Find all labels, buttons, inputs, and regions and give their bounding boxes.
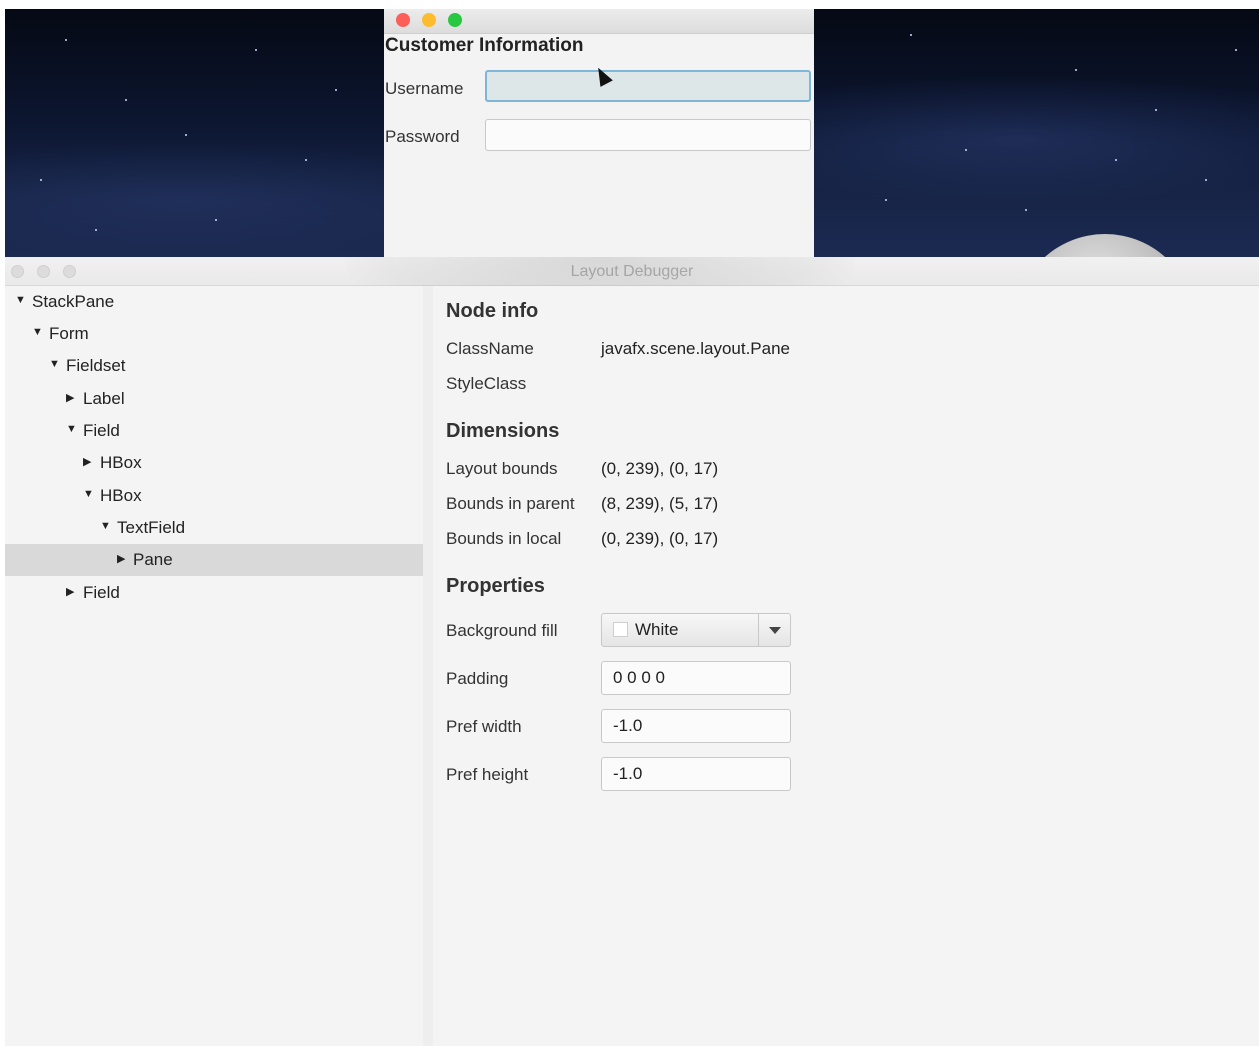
bounds-in-local-label: Bounds in local: [446, 529, 562, 548]
tree-item-label: HBox: [100, 486, 142, 505]
password-input[interactable]: [485, 119, 811, 151]
classname-label: ClassName: [446, 339, 534, 358]
expand-arrow-icon[interactable]: ▼: [32, 326, 43, 338]
layout-bounds-label: Layout bounds: [446, 459, 558, 478]
customer-info-window: Customer Information Username Password: [384, 9, 814, 257]
username-label: Username: [385, 79, 464, 98]
padding-input[interactable]: 0 0 0 0: [601, 661, 791, 695]
chevron-down-icon[interactable]: [769, 627, 781, 634]
tree-item-textfield[interactable]: ▼ TextField: [5, 512, 423, 544]
maximize-window-button[interactable]: [448, 13, 462, 27]
node-tree[interactable]: ▼ StackPane ▼ Form ▼ Fieldset ▶ Label ▼ …: [5, 286, 424, 1046]
tree-item-form[interactable]: ▼ Form: [5, 318, 423, 350]
pref-height-label: Pref height: [446, 765, 529, 784]
collapse-arrow-icon[interactable]: ▶: [66, 391, 74, 404]
background-fill-value: White: [635, 620, 679, 639]
tree-item-pane[interactable]: ▶ Pane: [5, 544, 423, 576]
tree-item-label: Field: [83, 583, 120, 602]
tree-item-label: Field: [83, 421, 120, 440]
tree-item-label: TextField: [117, 518, 186, 537]
expand-arrow-icon[interactable]: ▼: [83, 488, 94, 500]
tree-item-field[interactable]: ▶ Field: [5, 577, 423, 609]
bounds-in-parent-value: (8, 239), (5, 17): [601, 494, 719, 513]
padding-label: Padding: [446, 669, 509, 688]
debugger-window-titlebar[interactable]: Layout Debugger: [5, 257, 1259, 286]
customer-info-heading: Customer Information: [385, 35, 584, 56]
collapse-arrow-icon[interactable]: ▶: [66, 585, 74, 598]
close-window-button[interactable]: [396, 13, 410, 27]
collapse-arrow-icon[interactable]: ▶: [83, 455, 91, 468]
password-label: Password: [385, 127, 460, 146]
collapse-arrow-icon[interactable]: ▶: [117, 552, 125, 565]
tree-item-label: Fieldset: [66, 356, 126, 375]
combo-separator: [758, 614, 759, 646]
expand-arrow-icon[interactable]: ▼: [49, 358, 60, 370]
pref-width-label: Pref width: [446, 717, 522, 736]
tree-item-field[interactable]: ▼ Field: [5, 415, 423, 447]
pref-height-input[interactable]: -1.0: [601, 757, 791, 791]
tree-item-hbox[interactable]: ▶ HBox: [5, 447, 423, 479]
node-info-heading: Node info: [446, 300, 539, 322]
expand-arrow-icon[interactable]: ▼: [66, 423, 77, 435]
tree-item-label: Pane: [133, 550, 173, 569]
moon-image: [1015, 234, 1195, 257]
node-details-panel: Node info ClassName javafx.scene.layout.…: [433, 286, 1259, 1046]
color-swatch-icon: [613, 622, 628, 637]
tree-item-hbox[interactable]: ▼ HBox: [5, 480, 423, 512]
tree-item-stackpane[interactable]: ▼ StackPane: [5, 286, 423, 318]
tree-item-fieldset[interactable]: ▼ Fieldset: [5, 350, 423, 382]
username-input[interactable]: [485, 70, 811, 102]
customer-window-titlebar[interactable]: [384, 9, 814, 34]
window-title: Layout Debugger: [570, 263, 694, 280]
styleclass-label: StyleClass: [446, 374, 527, 393]
properties-heading: Properties: [446, 575, 545, 597]
tree-item-label: Form: [49, 324, 89, 343]
layout-debugger-window: Layout Debugger ▼ StackPane ▼ Form ▼ Fie…: [5, 257, 1259, 1046]
tree-item-label: Label: [83, 389, 125, 408]
expand-arrow-icon[interactable]: ▼: [15, 294, 26, 306]
pref-width-input[interactable]: -1.0: [601, 709, 791, 743]
layout-bounds-value: (0, 239), (0, 17): [601, 459, 719, 478]
minimize-window-button[interactable]: [422, 13, 436, 27]
classname-value: javafx.scene.layout.Pane: [601, 339, 791, 358]
bounds-in-parent-label: Bounds in parent: [446, 494, 575, 513]
background-fill-select[interactable]: White: [601, 613, 791, 647]
expand-arrow-icon[interactable]: ▼: [100, 520, 111, 532]
bounds-in-local-value: (0, 239), (0, 17): [601, 529, 719, 548]
tree-item-label[interactable]: ▶ Label: [5, 383, 423, 415]
background-fill-label: Background fill: [446, 621, 558, 640]
tree-item-label: StackPane: [32, 292, 115, 311]
tree-item-label: HBox: [100, 453, 142, 472]
dimensions-heading: Dimensions: [446, 420, 560, 442]
